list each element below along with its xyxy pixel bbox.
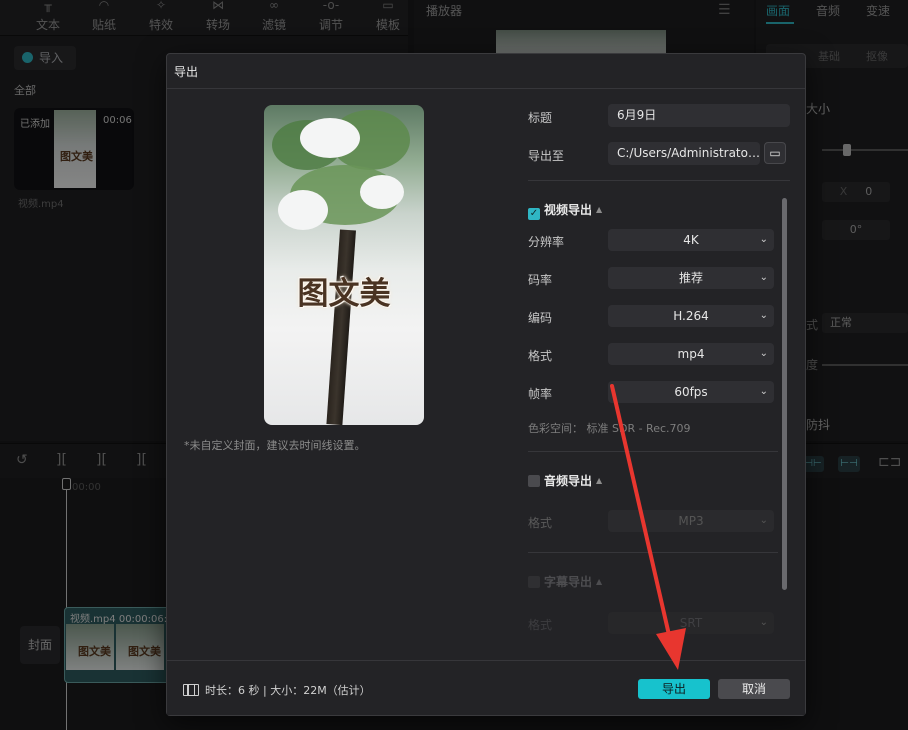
divider xyxy=(528,180,790,181)
chevron-down-icon: ⌄ xyxy=(759,310,768,321)
bitrate-select[interactable]: 推荐 ⌄ xyxy=(608,267,774,289)
cover-snow xyxy=(360,175,404,209)
arrow-head xyxy=(656,628,686,670)
format-select[interactable]: mp4 ⌄ xyxy=(608,343,774,365)
framerate-label: 帧率 xyxy=(528,387,553,401)
cover-caption: 图文美 xyxy=(297,276,391,312)
film-icon xyxy=(183,684,199,696)
cancel-button[interactable]: 取消 xyxy=(718,679,790,699)
cover-snow xyxy=(300,118,360,158)
video-export-toggle[interactable]: ✓ 视频导出 ▲ xyxy=(528,201,602,220)
subtitle-format-label: 格式 xyxy=(528,618,553,632)
export-button[interactable]: 导出 xyxy=(638,679,710,699)
red-arrow-annotation xyxy=(610,384,686,670)
codec-label: 编码 xyxy=(528,311,553,325)
arrow-shaft xyxy=(610,384,674,650)
dialog-title: 导出 xyxy=(174,65,199,79)
chevron-down-icon: ⌄ xyxy=(759,348,768,359)
folder-icon[interactable]: ▭ xyxy=(764,142,786,164)
subtitle-export-toggle[interactable]: 字幕导出 ▲ xyxy=(528,573,602,590)
chevron-down-icon: ⌄ xyxy=(759,617,768,628)
codec-select[interactable]: H.264 ⌄ xyxy=(608,305,774,327)
resolution-label: 分辨率 xyxy=(528,235,565,249)
chevron-down-icon: ⌄ xyxy=(759,515,768,526)
audio-export-toggle[interactable]: 音频导出 ▲ xyxy=(528,472,602,489)
bitrate-label: 码率 xyxy=(528,273,553,287)
cover-snow xyxy=(278,190,328,230)
checkbox-unchecked-icon xyxy=(528,475,540,487)
chevron-down-icon: ⌄ xyxy=(759,272,768,283)
resolution-select[interactable]: 4K ⌄ xyxy=(608,229,774,251)
format-label: 格式 xyxy=(528,349,553,363)
title-label: 标题 xyxy=(528,111,553,125)
title-input[interactable]: 6月9日 xyxy=(608,104,790,127)
path-input[interactable]: C:/Users/Administrator/... xyxy=(608,142,760,165)
collapse-icon: ▲ xyxy=(596,205,603,214)
path-label: 导出至 xyxy=(528,149,565,163)
export-summary: 时长：6 秒 | 大小：22M（估计） xyxy=(183,682,371,698)
cover-note: *未自定义封面，建议去时间线设置。 xyxy=(184,439,366,452)
chevron-down-icon: ⌄ xyxy=(759,234,768,245)
settings-scrollbar[interactable] xyxy=(782,198,787,590)
audio-format-label: 格式 xyxy=(528,516,553,530)
chevron-down-icon: ⌄ xyxy=(759,386,768,397)
checkbox-checked-icon: ✓ xyxy=(528,208,540,220)
checkbox-unchecked-icon xyxy=(528,576,540,588)
divider xyxy=(167,88,805,89)
